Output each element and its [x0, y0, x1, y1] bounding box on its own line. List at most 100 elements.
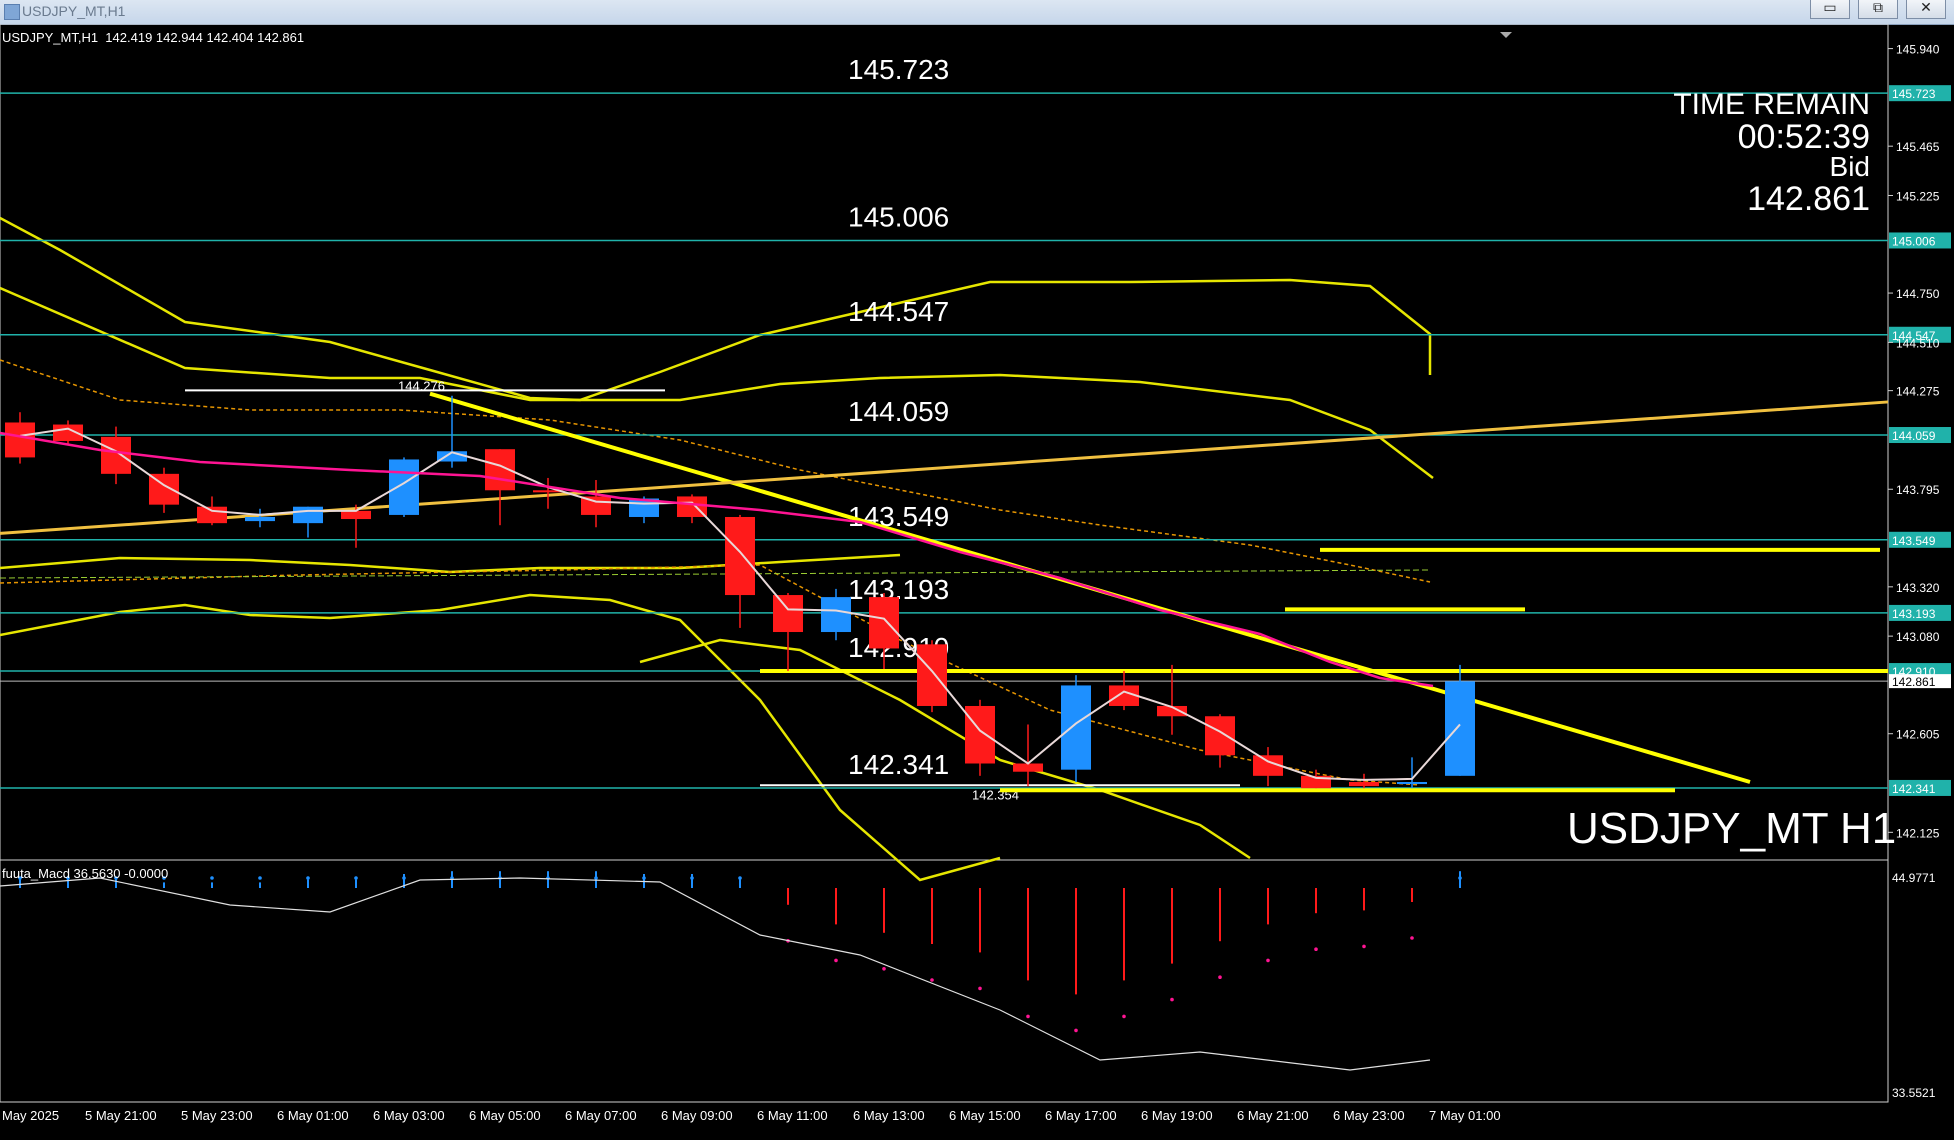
symbol-watermark: USDJPY_MT H1 [1567, 804, 1897, 853]
time-axis-label: 6 May 13:00 [853, 1108, 925, 1123]
shift-marker-icon [1500, 32, 1512, 38]
time-axis-label: 7 May 01:00 [1429, 1108, 1501, 1123]
price-tick-label: 143.080 [1896, 630, 1940, 644]
candle-body [773, 595, 803, 633]
macd-indicator-label: fuuta_Macd 36.5630 -0.0000 [2, 866, 169, 881]
level-label: 142.341 [848, 749, 949, 780]
bollinger-band-line [0, 216, 1432, 402]
macd-signal-dot [1026, 1014, 1030, 1019]
candle-body [245, 516, 275, 522]
macd-signal-dot [1458, 876, 1462, 880]
time-axis-label: 6 May 07:00 [565, 1108, 637, 1123]
price-chart-area[interactable]: 145.723 145.723 145.006 145.006 144.547 144.5… [0, 23, 1954, 1135]
time-axis-label: 5 May 23:00 [181, 1108, 253, 1123]
candle-body [341, 510, 371, 520]
candle-body [917, 644, 947, 706]
time-axis-label: 6 May 11:00 [757, 1108, 828, 1123]
candle-body [1445, 681, 1475, 776]
price-tick-label: 144.275 [1896, 385, 1940, 399]
window-title: USDJPY_MT,H1 [22, 3, 126, 19]
level-label: 144.547 [848, 296, 949, 327]
candle-body [1061, 685, 1091, 770]
price-tick-label: 144.510 [1896, 336, 1940, 350]
green-dashed-line [0, 569, 1431, 579]
price-tick-label: 142.605 [1896, 728, 1940, 742]
price-axis-level-text: 143.549 [1892, 534, 1936, 548]
bid-label: Bid [1829, 151, 1870, 182]
level-label: 143.549 [848, 501, 949, 532]
macd-signal-dot [402, 876, 406, 880]
candle-body [389, 459, 419, 515]
macd-signal-dot [738, 876, 742, 880]
macd-signal-dot [1122, 1014, 1126, 1019]
candle-body [1013, 763, 1043, 772]
restore-button[interactable]: ⧉ [1858, 0, 1898, 19]
swing-price-annotation: 144.276 [398, 378, 445, 393]
macd-signal-dot [978, 986, 982, 991]
macd-signal-dot [930, 978, 934, 982]
bollinger-band-line [0, 553, 901, 574]
macd-signal-dot [1074, 1028, 1078, 1033]
close-button[interactable]: ✕ [1906, 0, 1946, 19]
macd-signal-dot [594, 876, 598, 880]
price-tick-label: 145.940 [1896, 43, 1940, 57]
candle-body [5, 422, 35, 458]
macd-signal-dot [1314, 947, 1318, 951]
symbol-ohlc-line: USDJPY_MT,H1 142.419 142.944 142.404 142… [2, 30, 305, 45]
candle-body [1397, 781, 1427, 785]
candle-body [965, 705, 995, 764]
time-axis-label: 6 May 05:00 [469, 1108, 541, 1123]
macd-axis-top: 44.9771 [1892, 871, 1936, 885]
candle-body [101, 436, 131, 474]
time-axis-label: 5 May 21:00 [85, 1108, 157, 1123]
time-axis-label: May 2025 [2, 1108, 59, 1123]
time-axis-label: 6 May 21:00 [1237, 1108, 1309, 1123]
window-titlebar: USDJPY_MT,H1 ▭ ⧉ ✕ [0, 0, 1954, 25]
price-tick-label: 143.795 [1896, 483, 1940, 497]
price-axis-level-text: 143.193 [1892, 607, 1936, 621]
time-axis-label: 6 May 23:00 [1333, 1108, 1405, 1123]
price-axis-level-text: 142.341 [1892, 782, 1936, 796]
current-price-text: 142.861 [1892, 675, 1936, 689]
time-axis-label: 6 May 09:00 [661, 1108, 733, 1123]
price-axis-level-text: 145.006 [1892, 234, 1936, 248]
macd-signal-dot [1266, 958, 1270, 963]
macd-signal-dot [642, 876, 646, 880]
macd-signal-line [0, 877, 1431, 1071]
price-tick-label: 143.320 [1896, 581, 1940, 595]
price-axis-level-text: 145.723 [1892, 87, 1936, 101]
time-axis-label: 6 May 15:00 [949, 1108, 1021, 1123]
candle-body [1349, 781, 1379, 787]
price-axis-level-text: 144.059 [1892, 429, 1936, 443]
price-tick-label: 144.750 [1896, 287, 1940, 301]
chart-canvas[interactable]: 145.723 145.723 145.006 145.006 144.547 144.5… [0, 23, 1954, 1135]
time-remain-label: TIME REMAIN [1673, 88, 1870, 121]
macd-signal-dot [1410, 936, 1414, 940]
time-axis-label: 6 May 03:00 [373, 1108, 445, 1123]
macd-signal-dot [1170, 997, 1174, 1002]
candle-body [293, 506, 323, 524]
macd-signal-dot [306, 876, 310, 880]
bid-value: 142.861 [1747, 180, 1870, 218]
price-tick-label: 145.465 [1896, 140, 1940, 154]
candle-body [821, 597, 851, 633]
candle-body [1205, 716, 1235, 756]
time-axis-label: 6 May 19:00 [1141, 1108, 1213, 1123]
candle-body [869, 597, 899, 649]
macd-signal-dot [690, 876, 694, 880]
minimize-button[interactable]: ▭ [1810, 0, 1850, 19]
candle-body [197, 506, 227, 524]
macd-signal-dot [1362, 944, 1366, 949]
price-tick-label: 142.125 [1896, 826, 1940, 840]
chart-window-icon [4, 4, 20, 20]
price-tick-label: 145.225 [1896, 189, 1940, 203]
macd-signal-dot [834, 958, 838, 963]
time-axis-label: 6 May 01:00 [277, 1108, 349, 1123]
macd-signal-dot [354, 876, 358, 880]
macd-signal-dot [1218, 975, 1222, 979]
macd-axis-bottom: 33.5521 [1892, 1086, 1936, 1100]
mt4-chart-window: USDJPY_MT,H1 ▭ ⧉ ✕ 145.723 145.723 145.006… [0, 0, 1954, 1135]
macd-signal-dot [258, 876, 262, 880]
macd-signal-dot [882, 967, 886, 971]
candle-body [725, 516, 755, 596]
